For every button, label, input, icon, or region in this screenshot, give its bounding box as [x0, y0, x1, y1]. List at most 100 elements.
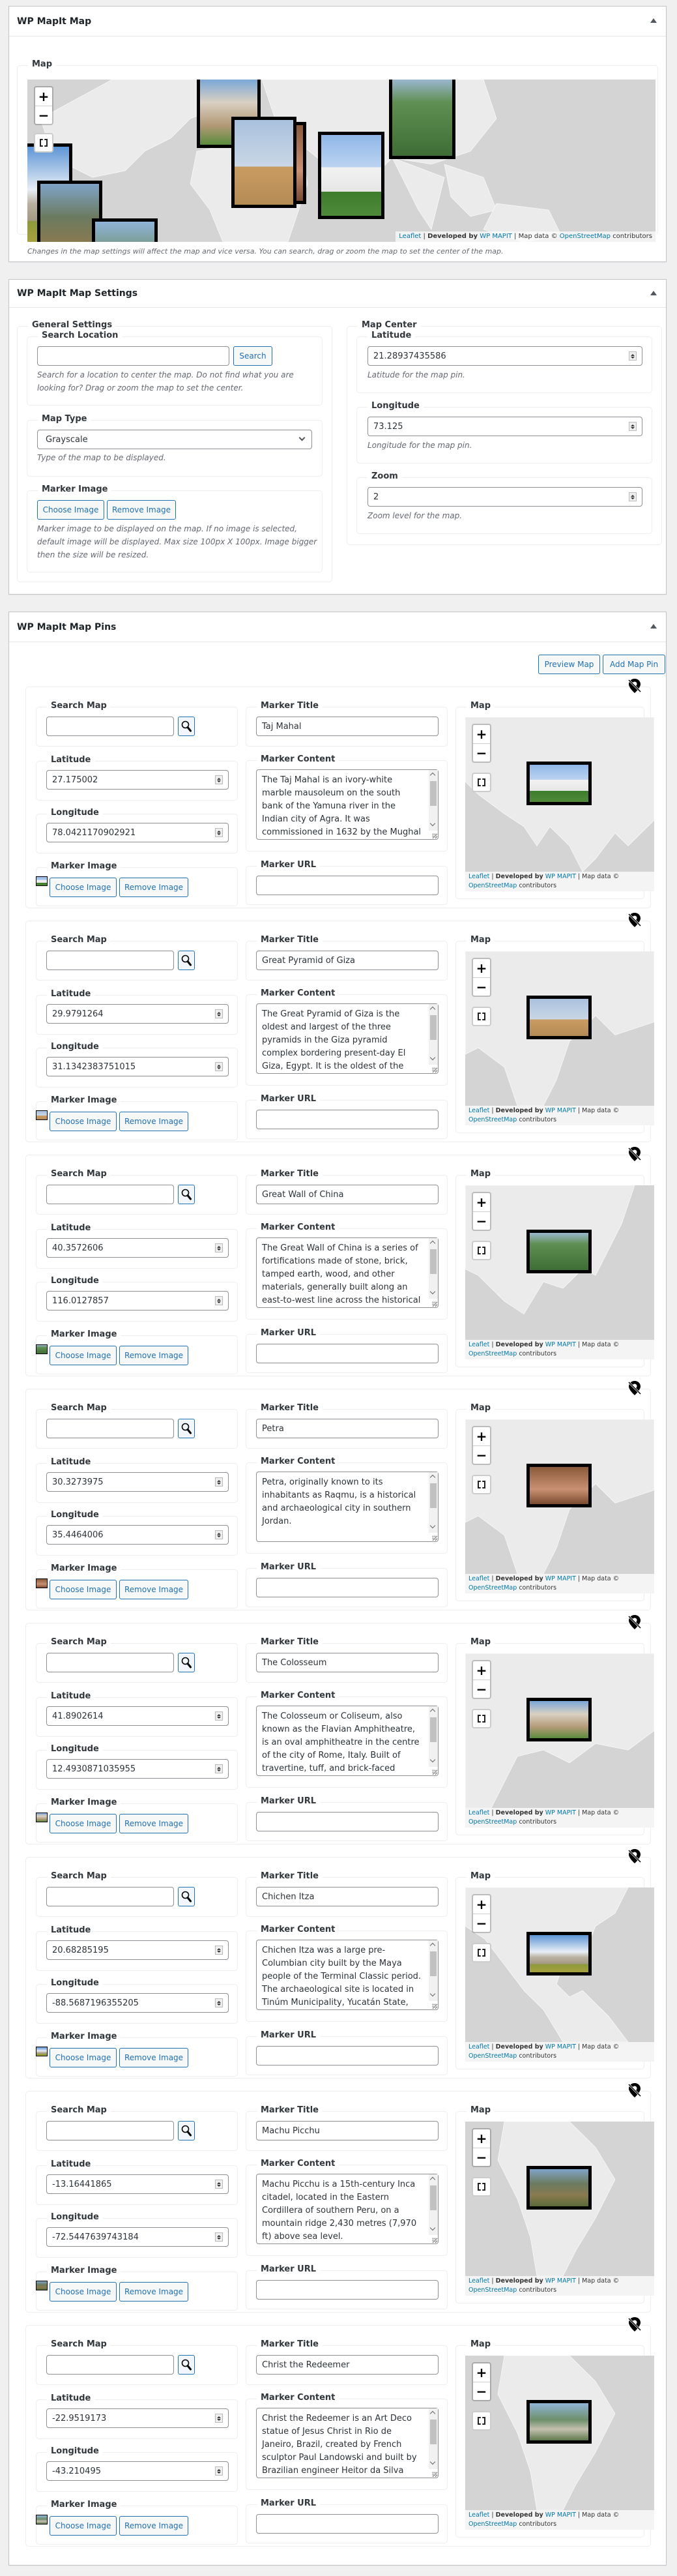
marker-content-textarea[interactable] — [256, 1472, 439, 1542]
wpmapit-link[interactable]: WP MAPIT — [545, 1575, 576, 1582]
remove-image-button[interactable]: Remove Image — [119, 878, 188, 897]
pin-search-button[interactable] — [178, 1419, 195, 1438]
pin-search-input[interactable] — [46, 1653, 174, 1672]
pin-map-marker[interactable] — [526, 762, 592, 805]
pin-longitude-input[interactable]: 31.1342383751015 — [46, 1057, 229, 1076]
resize-grip-icon[interactable] — [432, 2472, 437, 2476]
main-map[interactable]: + − Leaflet | Developed by WP MAPIT | Ma… — [27, 80, 655, 242]
collapse-toggle-icon[interactable] — [649, 18, 658, 25]
pin-longitude-input[interactable]: -72.5447639743184 — [46, 2227, 229, 2247]
pin-latitude-input[interactable]: 27.175002 — [46, 770, 229, 790]
pin-map[interactable]: + − — [465, 951, 654, 1106]
zoom-out-button[interactable]: − — [473, 1914, 490, 1932]
remove-pin-icon[interactable] — [627, 2082, 642, 2098]
spinner-icon[interactable] — [215, 2414, 223, 2423]
remove-pin-icon[interactable] — [627, 1146, 642, 1162]
spinner-icon[interactable] — [215, 1946, 223, 1955]
osm-link[interactable]: OpenStreetMap — [468, 1584, 517, 1591]
pin-longitude-input[interactable]: 78.0421170902921 — [46, 823, 229, 842]
textarea-scrollbar[interactable] — [429, 1004, 438, 1065]
spinner-icon[interactable] — [215, 828, 223, 837]
wpmapit-link[interactable]: WP MAPIT — [545, 2511, 576, 2519]
fullscreen-button[interactable] — [472, 1475, 491, 1494]
spinner-icon[interactable] — [215, 2466, 223, 2476]
marker-url-input[interactable] — [256, 2280, 439, 2300]
leaflet-link[interactable]: Leaflet — [468, 2043, 489, 2050]
marker-url-input[interactable] — [256, 2514, 439, 2534]
map-type-select[interactable]: Grayscale — [37, 430, 312, 449]
center-longitude-input[interactable]: 73.125 — [367, 417, 642, 436]
choose-image-button[interactable]: Choose Image — [50, 2282, 117, 2302]
osm-link[interactable]: OpenStreetMap — [468, 2521, 517, 2528]
collapse-toggle-icon[interactable] — [649, 623, 658, 630]
osm-link[interactable]: OpenStreetMap — [468, 1350, 517, 1357]
remove-pin-icon[interactable] — [627, 678, 642, 694]
pin-search-input[interactable] — [46, 717, 174, 736]
pin-search-input[interactable] — [46, 2355, 174, 2375]
spinner-icon[interactable] — [215, 1711, 223, 1721]
zoom-out-button[interactable]: − — [473, 1211, 490, 1230]
pin-map[interactable]: + − — [465, 2356, 654, 2510]
choose-image-button[interactable]: Choose Image — [50, 1814, 117, 1833]
osm-link[interactable]: OpenStreetMap — [560, 233, 611, 240]
resize-grip-icon[interactable] — [432, 2004, 437, 2008]
leaflet-link[interactable]: Leaflet — [468, 1575, 489, 1582]
zoom-in-button[interactable]: + — [473, 1427, 490, 1445]
choose-image-button[interactable]: Choose Image — [50, 2048, 117, 2067]
wpmapit-link[interactable]: WP MAPIT — [545, 2043, 576, 2050]
leaflet-link[interactable]: Leaflet — [468, 1809, 489, 1816]
wpmapit-link[interactable]: WP MAPIT — [545, 1341, 576, 1348]
spinner-icon[interactable] — [215, 1062, 223, 1071]
osm-link[interactable]: OpenStreetMap — [468, 2287, 517, 2294]
zoom-in-button[interactable]: + — [35, 87, 52, 106]
marker-title-input[interactable] — [256, 1887, 439, 1906]
pin-search-input[interactable] — [46, 2121, 174, 2140]
pin-search-button[interactable] — [178, 1887, 195, 1906]
remove-image-button[interactable]: Remove Image — [119, 1112, 188, 1131]
fullscreen-button[interactable] — [472, 1007, 491, 1026]
pin-map-marker[interactable] — [526, 1698, 592, 1741]
pin-map[interactable]: + − — [465, 1653, 654, 1808]
map-marker-giza[interactable] — [231, 117, 296, 208]
textarea-scrollbar[interactable] — [429, 1238, 438, 1299]
resize-grip-icon[interactable] — [432, 1067, 437, 1072]
pin-latitude-input[interactable]: -13.16441865 — [46, 2174, 229, 2194]
pin-map[interactable]: + − — [465, 1419, 654, 1574]
wpmapit-link[interactable]: WP MAPIT — [545, 1809, 576, 1816]
leaflet-link[interactable]: Leaflet — [468, 1341, 489, 1348]
fullscreen-button[interactable] — [34, 133, 53, 153]
osm-link[interactable]: OpenStreetMap — [468, 1116, 517, 1123]
marker-title-input[interactable] — [256, 1185, 439, 1204]
spinner-icon[interactable] — [629, 422, 637, 431]
leaflet-link[interactable]: Leaflet — [468, 2277, 489, 2285]
spinner-icon[interactable] — [215, 1009, 223, 1018]
pin-longitude-input[interactable]: -88.5687196355205 — [46, 1993, 229, 2013]
marker-url-input[interactable] — [256, 1812, 439, 1831]
zoom-out-button[interactable]: − — [473, 977, 490, 996]
remove-pin-icon[interactable] — [627, 912, 642, 928]
remove-image-button[interactable]: Remove Image — [119, 2282, 188, 2302]
pin-latitude-input[interactable]: 41.8902614 — [46, 1706, 229, 1726]
spinner-icon[interactable] — [215, 1296, 223, 1305]
remove-image-button[interactable]: Remove Image — [119, 1346, 188, 1365]
zoom-in-button[interactable]: + — [473, 2363, 490, 2382]
pin-longitude-input[interactable]: 116.0127857 — [46, 1291, 229, 1310]
pin-map-marker[interactable] — [526, 1230, 592, 1273]
remove-pin-icon[interactable] — [627, 1614, 642, 1630]
remove-image-button[interactable]: Remove Image — [107, 500, 176, 520]
wpmapit-link[interactable]: WP MAPIT — [545, 1107, 576, 1114]
marker-content-textarea[interactable] — [256, 2174, 439, 2244]
zoom-in-button[interactable]: + — [473, 1193, 490, 1211]
pin-map[interactable]: + − — [465, 717, 654, 872]
marker-url-input[interactable] — [256, 2046, 439, 2065]
textarea-scrollbar[interactable] — [429, 1472, 438, 1533]
marker-title-input[interactable] — [256, 2355, 439, 2375]
zoom-out-button[interactable]: − — [473, 1445, 490, 1464]
marker-title-input[interactable] — [256, 1653, 439, 1672]
pin-search-button[interactable] — [178, 1185, 195, 1204]
pin-map-marker[interactable] — [526, 1932, 592, 1976]
pin-map-marker[interactable] — [526, 2166, 592, 2210]
resize-grip-icon[interactable] — [432, 2238, 437, 2242]
map-marker-christ-redeemer[interactable] — [92, 218, 158, 242]
spinner-icon[interactable] — [215, 1477, 223, 1487]
